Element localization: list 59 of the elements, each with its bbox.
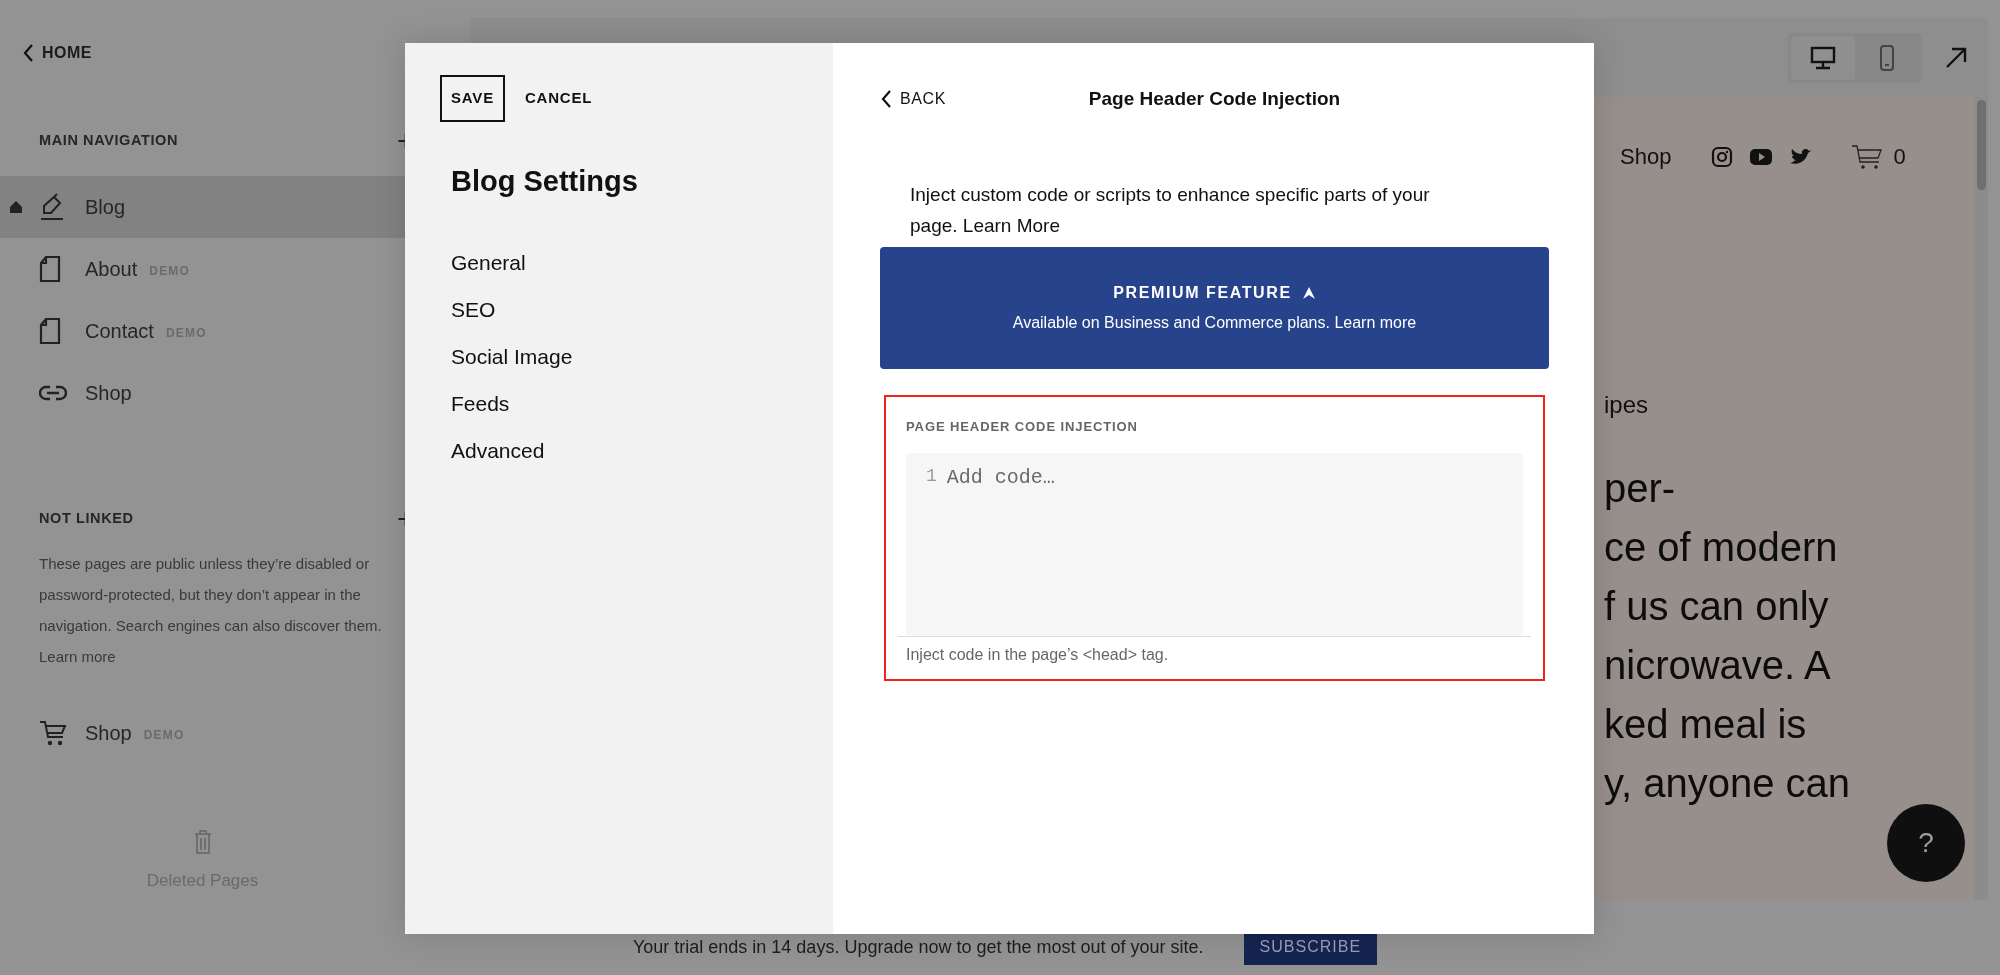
save-button[interactable]: SAVE [440, 75, 505, 122]
desktop-view-button[interactable] [1791, 35, 1855, 80]
settings-menu-item[interactable]: SEO [451, 294, 798, 341]
panel-title: Page Header Code Injection [1088, 87, 1341, 111]
page-icon [39, 317, 61, 345]
home-link[interactable]: HOME [0, 40, 98, 66]
nav-item-label: Contact [85, 319, 154, 344]
youtube-icon[interactable] [1749, 147, 1774, 166]
cart-icon[interactable] [1851, 143, 1884, 170]
body-text-line: ce of modern [1604, 524, 1839, 571]
settings-menu-item[interactable]: Advanced [451, 435, 798, 482]
body-text-line: ked meal is [1604, 701, 1808, 748]
learn-more-link[interactable]: Learn more [39, 648, 116, 665]
code-input-field[interactable]: 1 Add code… [906, 452, 1523, 636]
cancel-button[interactable]: CANCEL [518, 86, 599, 111]
body-text-line: f us can only [1604, 583, 1830, 630]
settings-menu-item[interactable]: General [451, 247, 798, 294]
help-button[interactable]: ? [1887, 804, 1965, 882]
banner-text: Available on Business and Commerce plans. Learn more [1012, 313, 1417, 333]
section-title: MAIN NAVIGATION [39, 131, 178, 151]
field-hint: Inject code in the page’s <head> tag. [906, 644, 1170, 665]
settings-menu-item[interactable]: Feeds [451, 388, 798, 435]
page-icon [39, 255, 61, 283]
section-heading: ipes [1604, 390, 1650, 420]
settings-title: Blog Settings [451, 163, 639, 199]
nav-item-label: Shop [85, 381, 132, 406]
section-title: NOT LINKED [39, 509, 134, 529]
body-text-line: y, anyone can [1604, 760, 1852, 807]
trial-notice: Your trial ends in 14 days. Upgrade now to get the most out of your site. [632, 936, 1204, 959]
site-nav-link[interactable]: Shop [1620, 140, 1672, 173]
learn-more-link[interactable]: Learn More [962, 215, 1060, 236]
banner-title: PREMIUM FEATURE [1113, 283, 1292, 303]
pen-icon [39, 193, 65, 221]
desktop-icon [1810, 45, 1836, 70]
nav-item[interactable]: Shop [0, 362, 405, 424]
description-text: Inject custom code or scripts to enhance specific parts of your page. Learn More [910, 183, 1431, 238]
link-icon [39, 383, 67, 403]
nav-item-label: Shop [85, 721, 132, 746]
body-text-line: per- [1604, 465, 1677, 512]
code-placeholder: Add code… [946, 464, 1055, 491]
settings-menu-item[interactable]: Social Image [451, 341, 798, 388]
learn-more-link[interactable]: Learn more [1334, 314, 1417, 331]
arrow-up-icon [1301, 286, 1316, 300]
cart-icon [39, 719, 67, 747]
back-button[interactable]: BACK [880, 87, 946, 112]
instagram-icon[interactable] [1711, 145, 1734, 168]
cart-count: 0 [1893, 143, 1906, 171]
nav-item-label: About [85, 257, 138, 282]
back-icon [880, 89, 892, 110]
nav-item-label: Blog [85, 195, 126, 220]
body-text-line: nicrowave. A [1604, 642, 1832, 689]
back-icon [22, 43, 34, 63]
external-arrow-icon[interactable] [1944, 45, 1968, 70]
phone-icon [1879, 43, 1895, 72]
field-label: PAGE HEADER CODE INJECTION [906, 418, 1139, 436]
line-number: 1 [926, 464, 937, 488]
nav-item[interactable]: Blog [0, 176, 405, 238]
section-note: These pages are public unless they’re disabled or password-protected, but they don’t appear in the navigation. Search engines can also discover them. Learn more [38, 554, 383, 667]
scrollbar-thumb[interactable] [1976, 100, 1986, 190]
